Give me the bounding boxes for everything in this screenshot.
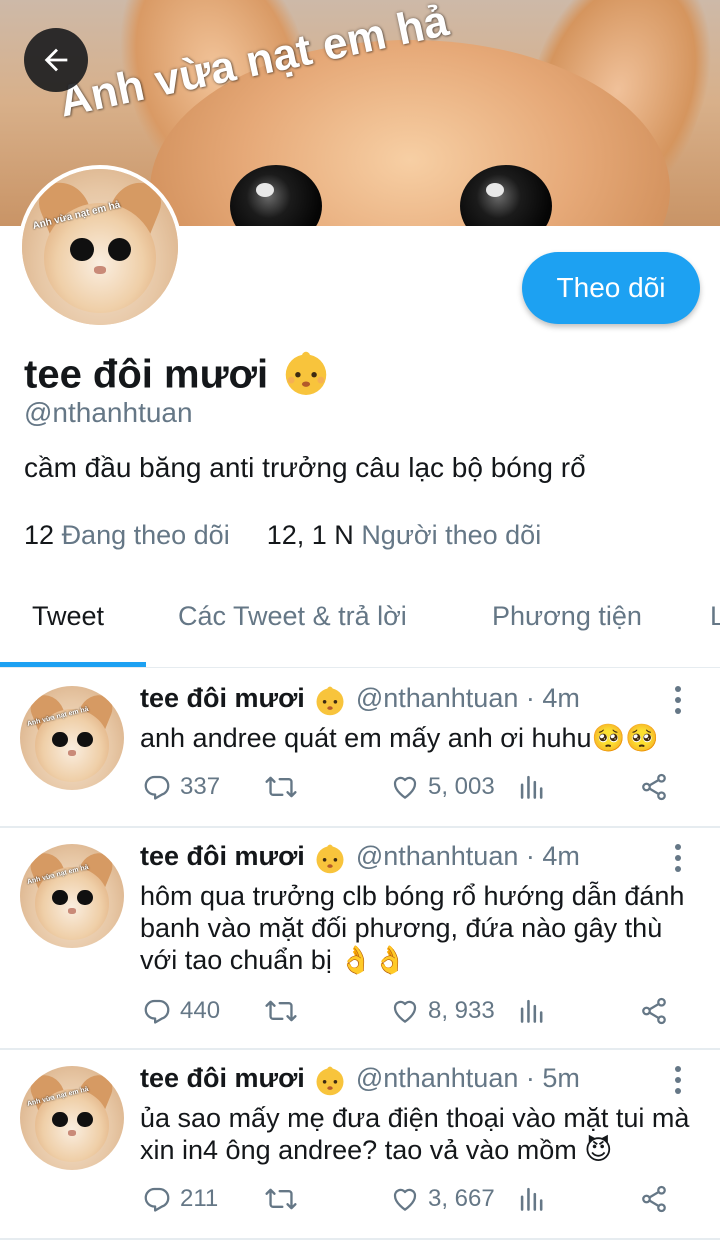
arrow-left-icon <box>44 48 68 72</box>
follow-button[interactable]: Theo dõi <box>522 252 700 324</box>
retweet-button[interactable] <box>264 996 306 1026</box>
cat-picture: Anh vừa nạt em hả <box>20 1066 124 1170</box>
profile-display-name: tee đôi mươi <box>24 352 269 397</box>
share-button[interactable] <box>638 996 670 1026</box>
more-vertical-icon[interactable] <box>668 1066 688 1098</box>
tweet-header: tee đôi mươi @nthanhtuan · 4m <box>140 840 580 876</box>
baby-emoji-icon <box>312 841 348 874</box>
share-icon <box>638 1184 670 1214</box>
back-button[interactable] <box>24 28 88 92</box>
tab-tweets-and-replies[interactable]: Các Tweet & trả lời <box>178 580 407 664</box>
baby-emoji-icon <box>312 1063 348 1096</box>
following-label: Đang theo dõi <box>61 520 230 550</box>
like-button[interactable]: 5, 003 <box>390 772 495 802</box>
cat-picture: Anh vừa nạt em hả <box>20 844 124 948</box>
analytics-icon <box>518 772 544 800</box>
like-count: 8, 933 <box>428 997 495 1024</box>
like-button[interactable]: 8, 933 <box>390 996 495 1026</box>
profile-avatar[interactable]: Anh vừa nạt em hả <box>18 165 182 329</box>
tab-media[interactable]: Phương tiện <box>492 580 642 664</box>
followers-count: 12, 1 N <box>266 520 354 550</box>
tweet-author-handle: @nthanhtuan <box>355 841 519 872</box>
analytics-button[interactable] <box>518 1184 544 1212</box>
tweet-author-handle: @nthanhtuan <box>355 1063 519 1094</box>
reply-icon <box>142 996 172 1026</box>
tweet-dot-separator: · <box>525 1063 535 1094</box>
tweet-author-name[interactable]: tee đôi mươi <box>140 1063 305 1093</box>
followers-link[interactable]: 12, 1 N Người theo dõi <box>267 520 541 550</box>
reply-button[interactable]: 337 <box>142 772 220 802</box>
tweet-text: anh andree quát em mấy anh ơi huhu🥺🥺 <box>140 723 659 753</box>
retweet-icon <box>264 772 298 802</box>
analytics-button[interactable] <box>518 772 544 800</box>
heart-icon <box>390 996 420 1026</box>
tweet-avatar[interactable]: Anh vừa nạt em hả <box>20 844 124 948</box>
tweet-dot-separator: · <box>525 841 535 872</box>
analytics-icon <box>518 1184 544 1212</box>
share-button[interactable] <box>638 772 670 802</box>
analytics-button[interactable] <box>518 996 544 1024</box>
tab-likes[interactable]: L <box>710 580 720 664</box>
tweet-actions: 211 3, 667 <box>0 1184 720 1224</box>
more-vertical-icon[interactable] <box>668 686 688 718</box>
retweet-icon <box>264 996 298 1026</box>
tweet-author-name[interactable]: tee đôi mươi <box>140 683 305 713</box>
tweet-header: tee đôi mươi @nthanhtuan · 5m <box>140 1062 580 1098</box>
tweet[interactable]: Anh vừa nạt em hả tee đôi mươi @nthanhtu… <box>0 826 720 1050</box>
profile-tabs: Tweet Các Tweet & trả lời Phương tiện L <box>0 580 720 668</box>
cat-picture: Anh vừa nạt em hả <box>22 169 178 325</box>
tab-tweets[interactable]: Tweet <box>32 580 104 664</box>
retweet-button[interactable] <box>264 1184 306 1214</box>
baby-emoji-icon <box>279 345 333 409</box>
tweet-time: 5m <box>542 1063 580 1094</box>
tweet-header: tee đôi mươi @nthanhtuan · 4m <box>140 682 580 718</box>
reply-count: 440 <box>180 997 221 1024</box>
following-count: 12 <box>24 520 55 550</box>
tweet-text: hôm qua trưởng clb bóng rổ hướng dẫn đán… <box>140 881 685 975</box>
heart-icon <box>390 772 420 802</box>
reply-icon <box>142 772 172 802</box>
tweet-avatar[interactable]: Anh vừa nạt em hả <box>20 1066 124 1170</box>
retweet-icon <box>264 1184 298 1214</box>
following-link[interactable]: 12 Đang theo dõi <box>24 520 237 550</box>
like-count: 5, 003 <box>428 773 495 800</box>
baby-emoji-icon <box>312 683 348 716</box>
reply-icon <box>142 1184 172 1214</box>
reply-count: 337 <box>180 773 221 800</box>
tweet-dot-separator: · <box>525 683 535 714</box>
reply-count: 211 <box>180 1185 219 1212</box>
more-vertical-icon[interactable] <box>668 844 688 876</box>
profile-stats: 12 Đang theo dõi 12, 1 N Người theo dõi <box>24 520 541 551</box>
tweet-actions: 337 5, 003 <box>0 772 720 812</box>
tweet-time: 4m <box>542 683 580 714</box>
tweet-actions: 440 8, 933 <box>0 996 720 1036</box>
tweet[interactable]: Anh vừa nạt em hả tee đôi mươi @nthanhtu… <box>0 668 720 828</box>
tweet-author-handle: @nthanhtuan <box>355 683 519 714</box>
reply-button[interactable]: 211 <box>142 1184 218 1214</box>
profile-handle: @nthanhtuan <box>24 397 193 428</box>
reply-button[interactable]: 440 <box>142 996 220 1026</box>
retweet-button[interactable] <box>264 772 306 802</box>
tweet[interactable]: Anh vừa nạt em hả tee đôi mươi @nthanhtu… <box>0 1048 720 1240</box>
profile-bio: cầm đầu băng anti trưởng câu lạc bộ bóng… <box>24 452 586 483</box>
share-button[interactable] <box>638 1184 670 1214</box>
share-icon <box>638 772 670 802</box>
like-count: 3, 667 <box>428 1185 495 1212</box>
analytics-icon <box>518 996 544 1024</box>
followers-label: Người theo dõi <box>361 520 542 550</box>
tweet-text: ủa sao mấy mẹ đưa điện thoại vào mặt tui… <box>140 1103 690 1165</box>
like-button[interactable]: 3, 667 <box>390 1184 495 1214</box>
heart-icon <box>390 1184 420 1214</box>
share-icon <box>638 996 670 1026</box>
tweet-author-name[interactable]: tee đôi mươi <box>140 841 305 871</box>
tweet-time: 4m <box>542 841 580 872</box>
